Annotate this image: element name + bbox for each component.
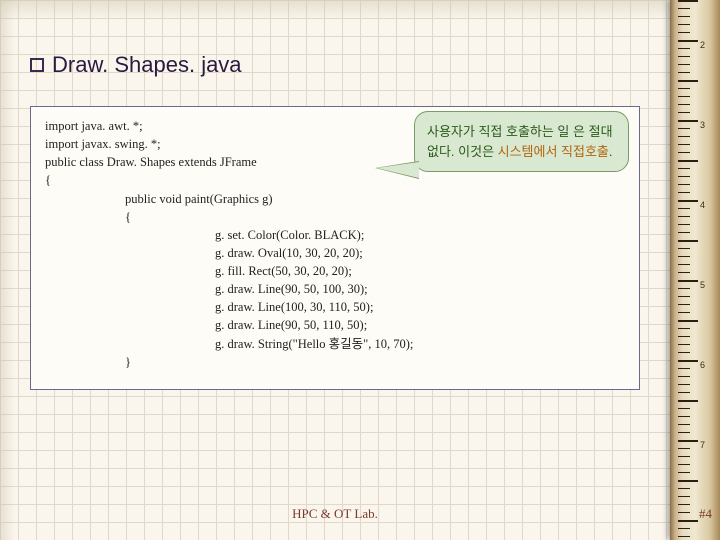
code-line: g. draw. Oval(10, 30, 20, 20); bbox=[45, 244, 625, 262]
callout-text: . bbox=[609, 144, 613, 159]
code-box: 사용자가 직접 호출하는 일 은 절대 없다. 이것은 시스템에서 직접호출. … bbox=[30, 106, 640, 390]
ruler-tick: 3 bbox=[700, 120, 705, 130]
footer-label: HPC & OT Lab. bbox=[0, 506, 670, 522]
page-number: #4 bbox=[699, 506, 712, 522]
ruler-tick: 2 bbox=[700, 40, 705, 50]
title-row: Draw. Shapes. java bbox=[30, 52, 640, 78]
ruler-tick: 7 bbox=[700, 440, 705, 450]
code-line: g. draw. Line(90, 50, 110, 50); bbox=[45, 316, 625, 334]
code-line: g. set. Color(Color. BLACK); bbox=[45, 226, 625, 244]
ruler-tick: 4 bbox=[700, 200, 705, 210]
callout-text: 사용자가 직접 호출하는 일 bbox=[427, 124, 569, 139]
callout-tail bbox=[377, 162, 419, 178]
callout-accent: 시스템에서 직접호출 bbox=[498, 144, 609, 159]
ruler-tick: 6 bbox=[700, 360, 705, 370]
code-line: { bbox=[45, 171, 625, 189]
code-line: g. fill. Rect(50, 30, 20, 20); bbox=[45, 262, 625, 280]
code-line: { bbox=[45, 208, 625, 226]
slide-title: Draw. Shapes. java bbox=[52, 52, 242, 78]
slide-content: Draw. Shapes. java 사용자가 직접 호출하는 일 은 절대 없… bbox=[0, 0, 670, 540]
callout-bubble: 사용자가 직접 호출하는 일 은 절대 없다. 이것은 시스템에서 직접호출. bbox=[414, 111, 629, 172]
ruler-tick: 5 bbox=[700, 280, 705, 290]
code-line: g. draw. Line(100, 30, 110, 50); bbox=[45, 298, 625, 316]
code-line: } bbox=[45, 353, 625, 371]
code-line: g. draw. Line(90, 50, 100, 30); bbox=[45, 280, 625, 298]
ruler-decoration: 2 3 4 5 6 7 bbox=[670, 0, 720, 540]
code-line: g. draw. String("Hello 홍길동", 10, 70); bbox=[45, 335, 625, 353]
bullet-square-icon bbox=[30, 58, 44, 72]
code-line: public void paint(Graphics g) bbox=[45, 190, 625, 208]
